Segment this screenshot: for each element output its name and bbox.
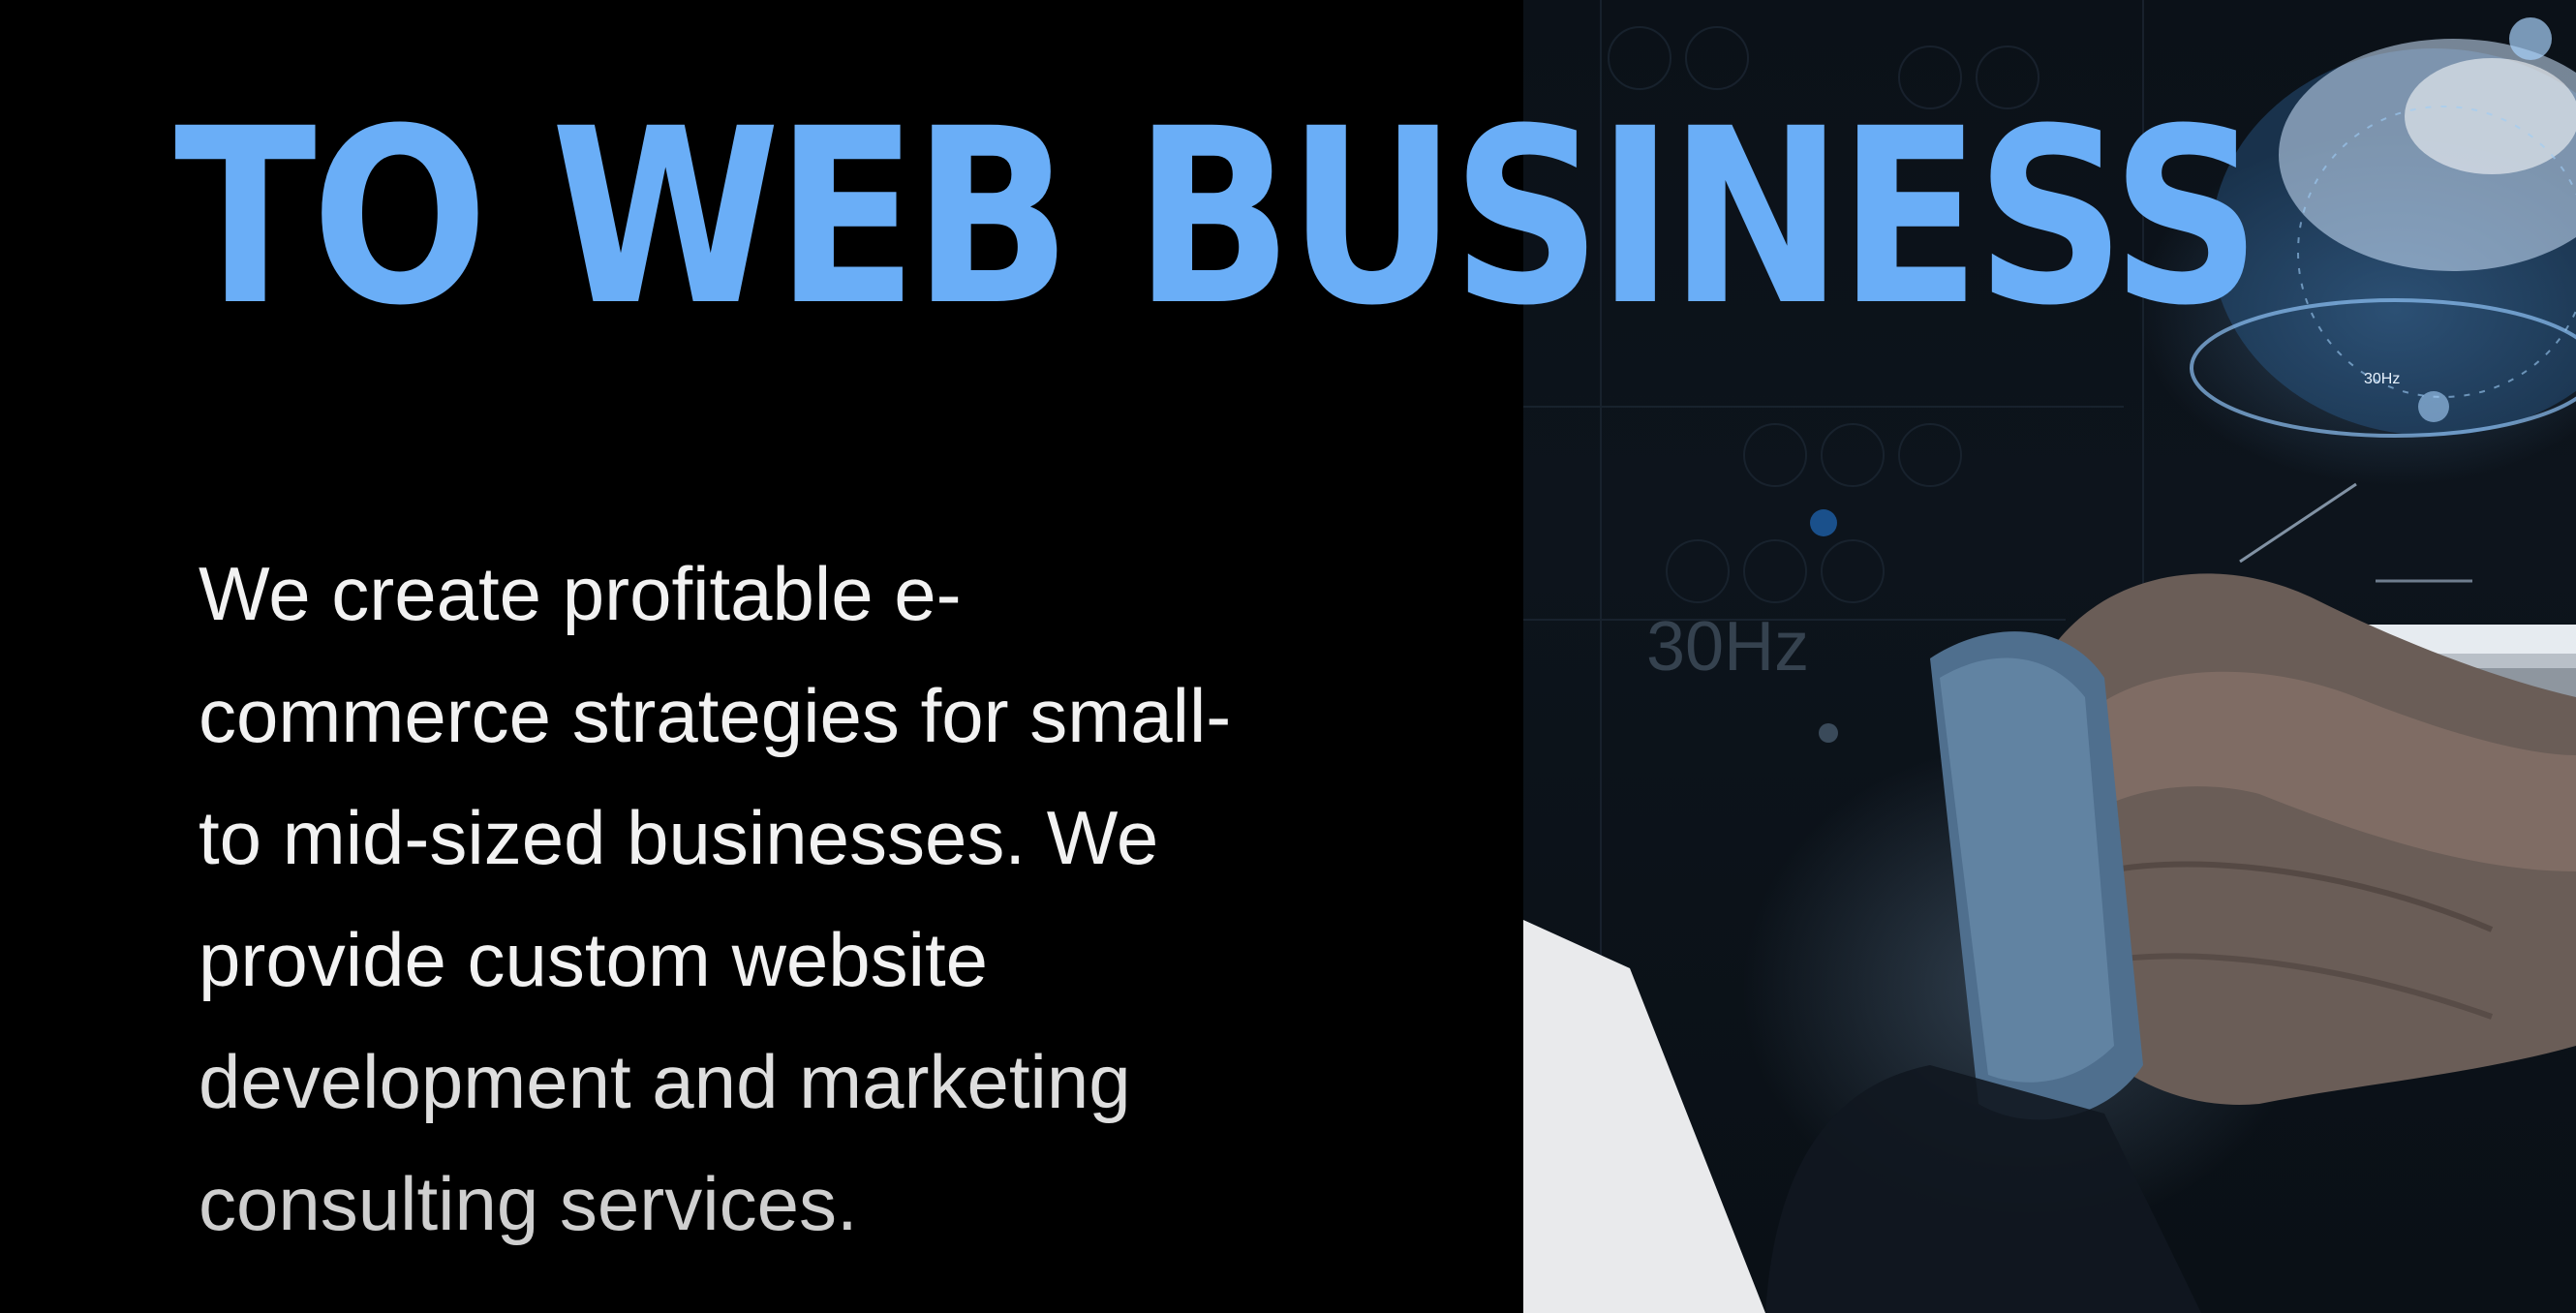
hero-description: We create profitable e- commerce strateg…: [199, 533, 1457, 1265]
description-line: We create profitable e-: [199, 551, 962, 636]
frequency-label: 30Hz: [1646, 608, 1810, 686]
hero-headline: TO WEB BUSINESS: [174, 76, 2261, 358]
description-line: commerce strategies for small-: [199, 673, 1232, 758]
description-line: to mid-sized businesses. We: [199, 795, 1159, 880]
description-line: consulting services.: [199, 1161, 858, 1246]
description-line: development and marketing: [199, 1039, 1131, 1124]
globe-frequency-label: 30Hz: [2364, 371, 2401, 387]
hero-section: 30Hz 30Hz TO WEB BUSINESS We create prof…: [0, 0, 2576, 1313]
description-line: provide custom website: [199, 917, 989, 1002]
paper-corner: [1523, 920, 1765, 1313]
